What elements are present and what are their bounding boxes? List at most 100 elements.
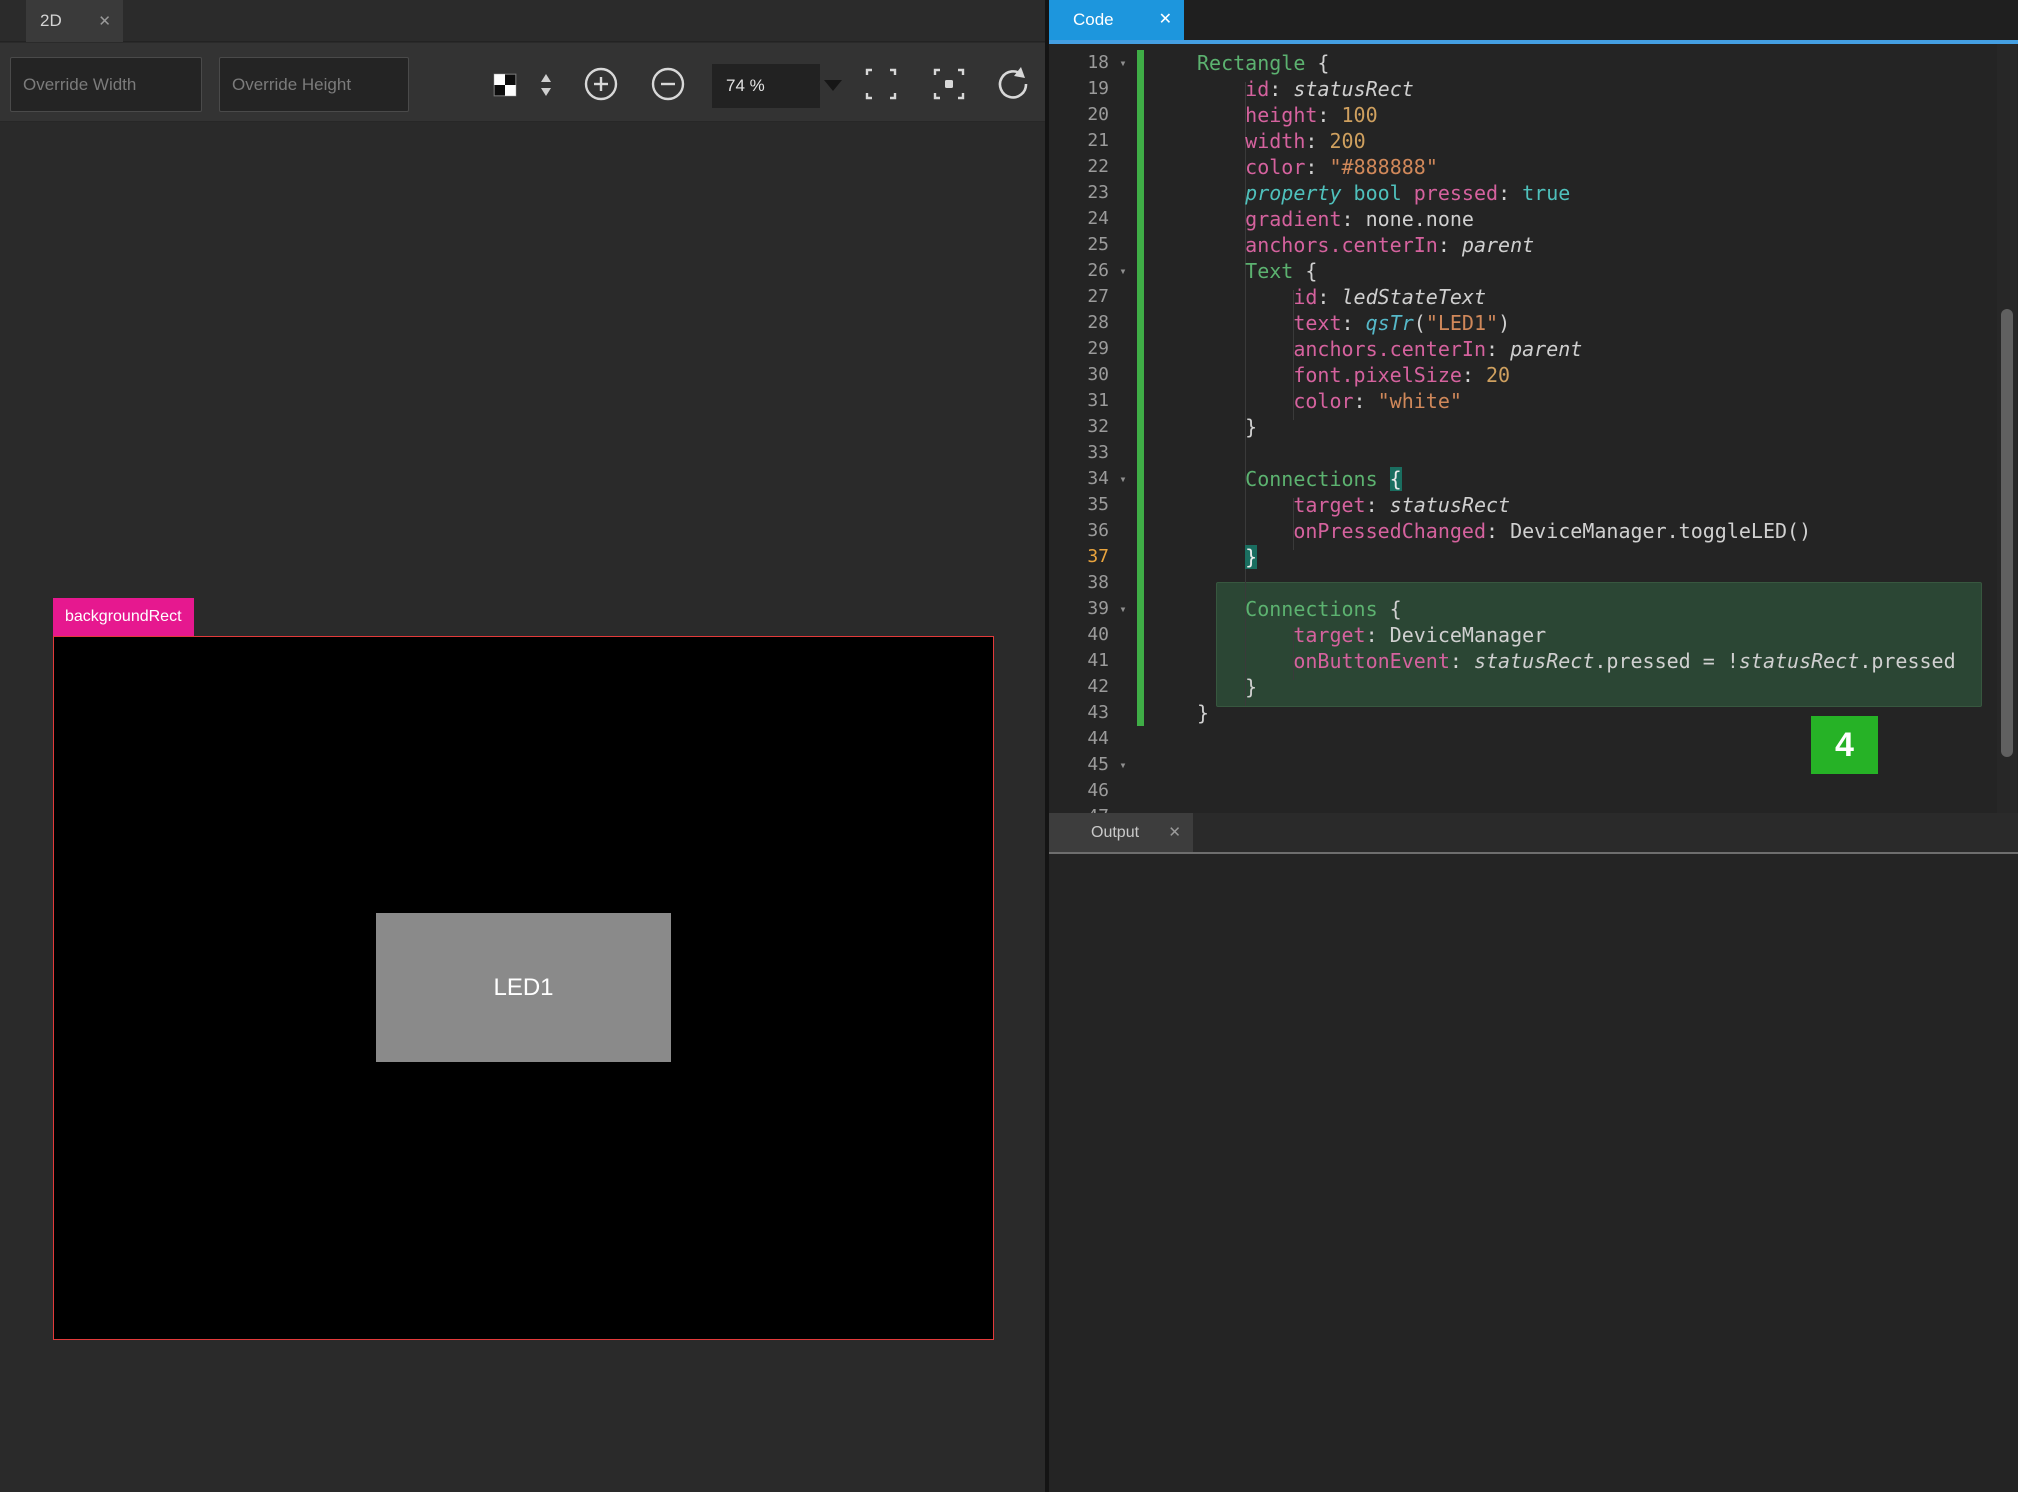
fold-marker-icon[interactable]: ▾ [1109, 50, 1137, 76]
code-text: property bool pressed: true [1144, 180, 1570, 206]
fold-column [1109, 700, 1137, 726]
code-line[interactable]: 28 text: qsTr("LED1") [1049, 310, 2018, 336]
code-text: target: DeviceManager [1144, 622, 1546, 648]
code-line[interactable]: 19 id: statusRect [1049, 76, 2018, 102]
line-number: 47 [1049, 804, 1109, 813]
code-line[interactable]: 36 onPressedChanged: DeviceManager.toggl… [1049, 518, 2018, 544]
vcs-change-bar [1137, 674, 1144, 700]
code-line[interactable]: 39▾ Connections { [1049, 596, 2018, 622]
zoom-level-select[interactable]: 74 % [712, 64, 820, 108]
code-text [1144, 726, 1197, 752]
output-pane[interactable] [1049, 854, 2018, 1492]
scrollbar-thumb[interactable] [2001, 309, 2013, 757]
code-line[interactable]: 33 [1049, 440, 2018, 466]
fold-column [1109, 310, 1137, 336]
vcs-change-bar [1137, 180, 1144, 206]
fold-column [1109, 648, 1137, 674]
code-line[interactable]: 27 id: ledStateText [1049, 284, 2018, 310]
fold-marker-icon[interactable]: ▾ [1109, 752, 1137, 778]
code-line[interactable]: 26▾ Text { [1049, 258, 2018, 284]
code-line[interactable]: 25 anchors.centerIn: parent [1049, 232, 2018, 258]
fold-column [1109, 232, 1137, 258]
code-line[interactable]: 23 property bool pressed: true [1049, 180, 2018, 206]
code-line[interactable]: 41 onButtonEvent: statusRect.pressed = !… [1049, 648, 2018, 674]
close-icon[interactable]: ✕ [1159, 12, 1172, 28]
line-number: 29 [1049, 336, 1109, 362]
vcs-change-bar [1137, 440, 1144, 466]
fold-column [1109, 76, 1137, 102]
background-rect-item[interactable]: LED1 [53, 636, 994, 1340]
code-lines: 18▾Rectangle {19 id: statusRect20 height… [1049, 50, 2018, 813]
close-icon[interactable]: ✕ [98, 14, 111, 29]
editor-scrollbar[interactable] [1997, 44, 2017, 813]
vcs-change-bar [1137, 752, 1144, 778]
line-number: 33 [1049, 440, 1109, 466]
override-width-input[interactable] [10, 57, 202, 112]
fit-screen-button[interactable] [858, 61, 904, 107]
tab-output-label: Output [1091, 824, 1139, 842]
line-number: 42 [1049, 674, 1109, 700]
code-line[interactable]: 20 height: 100 [1049, 102, 2018, 128]
code-line[interactable]: 21 width: 200 [1049, 128, 2018, 154]
tab-2d-label: 2D [40, 11, 62, 31]
code-line[interactable]: 46 [1049, 778, 2018, 804]
close-icon[interactable]: ✕ [1168, 825, 1181, 840]
background-stepper-arrows-icon[interactable] [538, 72, 554, 98]
override-height-input[interactable] [219, 57, 409, 112]
line-number: 28 [1049, 310, 1109, 336]
code-text: onPressedChanged: DeviceManager.toggleLE… [1144, 518, 1811, 544]
tab-output[interactable]: Output ✕ [1049, 813, 1193, 852]
code-line[interactable]: 38 [1049, 570, 2018, 596]
code-line[interactable]: 34▾ Connections { [1049, 466, 2018, 492]
code-text: text: qsTr("LED1") [1144, 310, 1510, 336]
status-rect-item[interactable]: LED1 [376, 913, 671, 1062]
code-line[interactable]: 31 color: "white" [1049, 388, 2018, 414]
code-line[interactable]: 29 anchors.centerIn: parent [1049, 336, 2018, 362]
code-text [1144, 778, 1197, 804]
code-text: Connections { [1144, 466, 1402, 492]
vcs-change-bar [1137, 154, 1144, 180]
line-number: 27 [1049, 284, 1109, 310]
code-line[interactable]: 22 color: "#888888" [1049, 154, 2018, 180]
zoom-selection-button[interactable] [926, 61, 972, 107]
canvas-background-checker-icon[interactable] [492, 72, 518, 98]
zoom-in-button[interactable] [578, 61, 624, 107]
code-line[interactable]: 24 gradient: none.none [1049, 206, 2018, 232]
tab-2d[interactable]: 2D ✕ [26, 0, 123, 42]
code-line[interactable]: 37 } [1049, 544, 2018, 570]
vcs-change-bar [1137, 310, 1144, 336]
vcs-change-bar [1137, 648, 1144, 674]
code-line[interactable]: 42 } [1049, 674, 2018, 700]
form-editor-toolbar: 74 % [0, 43, 1045, 122]
fold-marker-icon[interactable]: ▾ [1109, 596, 1137, 622]
fold-column [1109, 440, 1137, 466]
line-number: 45 [1049, 752, 1109, 778]
code-line[interactable]: 40 target: DeviceManager [1049, 622, 2018, 648]
form-editor-canvas[interactable]: backgroundRect LED1 [0, 122, 1045, 1492]
chevron-down-icon[interactable] [824, 80, 842, 91]
fold-marker-icon[interactable]: ▾ [1109, 466, 1137, 492]
line-number: 39 [1049, 596, 1109, 622]
code-text: onButtonEvent: statusRect.pressed = !sta… [1144, 648, 1956, 674]
fold-column [1109, 388, 1137, 414]
fold-column [1109, 336, 1137, 362]
zoom-out-button[interactable] [645, 61, 691, 107]
vcs-change-bar [1137, 726, 1144, 752]
code-editor[interactable]: 18▾Rectangle {19 id: statusRect20 height… [1049, 44, 2018, 813]
code-text: Connections { [1144, 596, 1402, 622]
line-number: 25 [1049, 232, 1109, 258]
code-line[interactable]: 47 [1049, 804, 2018, 813]
code-line[interactable]: 18▾Rectangle { [1049, 50, 2018, 76]
reset-view-button[interactable] [990, 61, 1036, 107]
fold-marker-icon[interactable]: ▾ [1109, 258, 1137, 284]
code-text: } [1144, 544, 1257, 570]
code-line[interactable]: 35 target: statusRect [1049, 492, 2018, 518]
tab-code[interactable]: Code ✕ [1049, 0, 1184, 40]
code-line[interactable]: 32 } [1049, 414, 2018, 440]
line-number: 34 [1049, 466, 1109, 492]
vcs-change-bar [1137, 128, 1144, 154]
code-line[interactable]: 30 font.pixelSize: 20 [1049, 362, 2018, 388]
vcs-change-bar [1137, 284, 1144, 310]
line-number: 40 [1049, 622, 1109, 648]
fold-column [1109, 570, 1137, 596]
